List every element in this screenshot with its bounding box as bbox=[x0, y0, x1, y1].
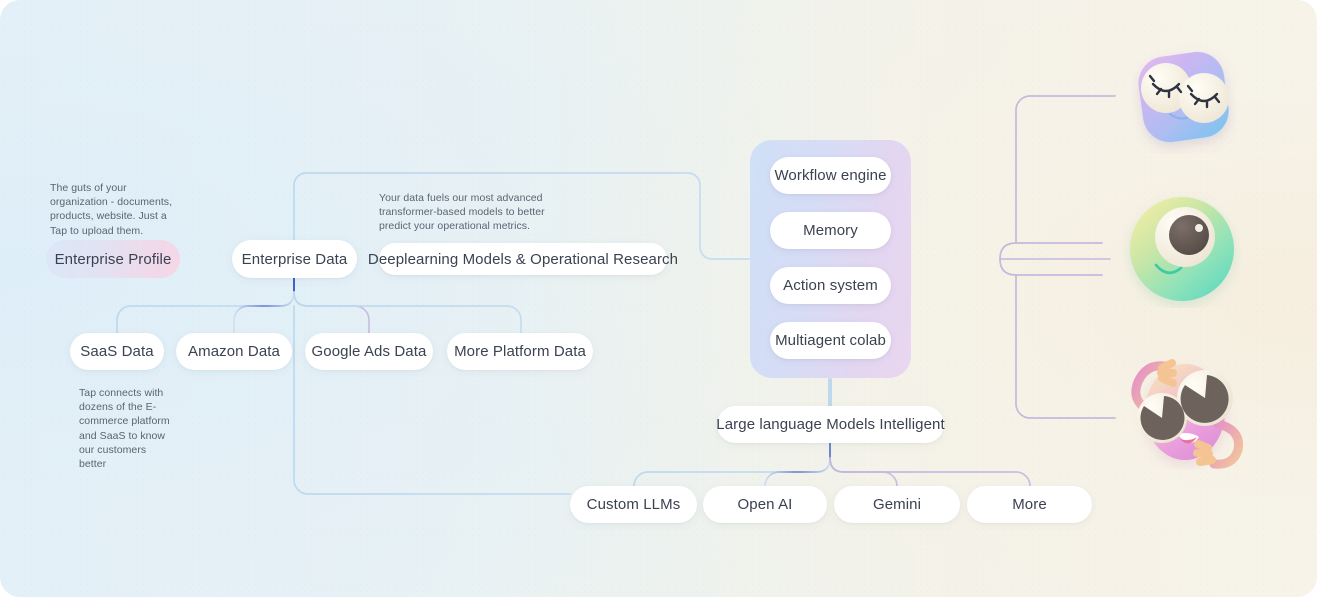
node-more[interactable]: More bbox=[967, 486, 1092, 523]
node-action-system[interactable]: Action system bbox=[770, 267, 891, 304]
node-more-platform-data[interactable]: More Platform Data bbox=[447, 333, 593, 370]
node-open-ai-label: Open AI bbox=[737, 496, 793, 513]
node-more-platform-data-label: More Platform Data bbox=[454, 343, 586, 360]
node-amazon-data[interactable]: Amazon Data bbox=[176, 333, 292, 370]
node-custom-llms-label: Custom LLMs bbox=[586, 496, 681, 513]
node-workflow-engine-label: Workflow engine bbox=[774, 167, 887, 184]
node-workflow-engine[interactable]: Workflow engine bbox=[770, 157, 891, 194]
node-deeplearning-models-label: Deeplearning Models & Operational Resear… bbox=[367, 250, 679, 268]
node-action-system-label: Action system bbox=[783, 277, 878, 294]
note-enterprise-profile: The guts of your organization - document… bbox=[50, 182, 173, 237]
node-multiagent-colab[interactable]: Multiagent colab bbox=[770, 322, 891, 359]
node-memory[interactable]: Memory bbox=[770, 212, 891, 249]
node-saas-data[interactable]: SaaS Data bbox=[70, 333, 164, 370]
avatar-cyclops-circle[interactable] bbox=[1123, 190, 1241, 308]
note-saas-data: Tap connects with dozens of the E-commer… bbox=[79, 387, 170, 470]
node-enterprise-data-label: Enterprise Data bbox=[241, 250, 348, 268]
node-multiagent-colab-label: Multiagent colab bbox=[775, 332, 886, 349]
node-more-label: More bbox=[1012, 496, 1047, 513]
node-google-ads-data[interactable]: Google Ads Data bbox=[305, 333, 433, 370]
avatar-blob-creature[interactable] bbox=[1108, 340, 1258, 470]
node-gemini[interactable]: Gemini bbox=[834, 486, 960, 523]
node-memory-label: Memory bbox=[803, 222, 858, 239]
avatar-sleepy-square[interactable] bbox=[1132, 40, 1236, 154]
node-large-language-models-label: Large language Models Intelligent bbox=[716, 416, 945, 433]
node-google-ads-data-label: Google Ads Data bbox=[311, 343, 427, 360]
node-deeplearning-models[interactable]: Deeplearning Models & Operational Resear… bbox=[368, 243, 678, 275]
node-gemini-label: Gemini bbox=[872, 496, 922, 513]
node-enterprise-data[interactable]: Enterprise Data bbox=[232, 240, 357, 278]
node-amazon-data-label: Amazon Data bbox=[188, 343, 280, 360]
node-enterprise-profile-label: Enterprise Profile bbox=[54, 250, 172, 268]
node-enterprise-profile[interactable]: Enterprise Profile bbox=[46, 240, 180, 278]
node-large-language-models[interactable]: Large language Models Intelligent bbox=[716, 406, 945, 443]
agent-capabilities-panel: Workflow engine Memory Action system Mul… bbox=[750, 140, 911, 378]
node-saas-data-label: SaaS Data bbox=[80, 343, 154, 360]
node-custom-llms[interactable]: Custom LLMs bbox=[570, 486, 697, 523]
diagram-canvas: The guts of your organization - document… bbox=[0, 0, 1317, 597]
node-open-ai[interactable]: Open AI bbox=[703, 486, 827, 523]
note-deeplearning: Your data fuels our most advanced transf… bbox=[379, 192, 545, 233]
